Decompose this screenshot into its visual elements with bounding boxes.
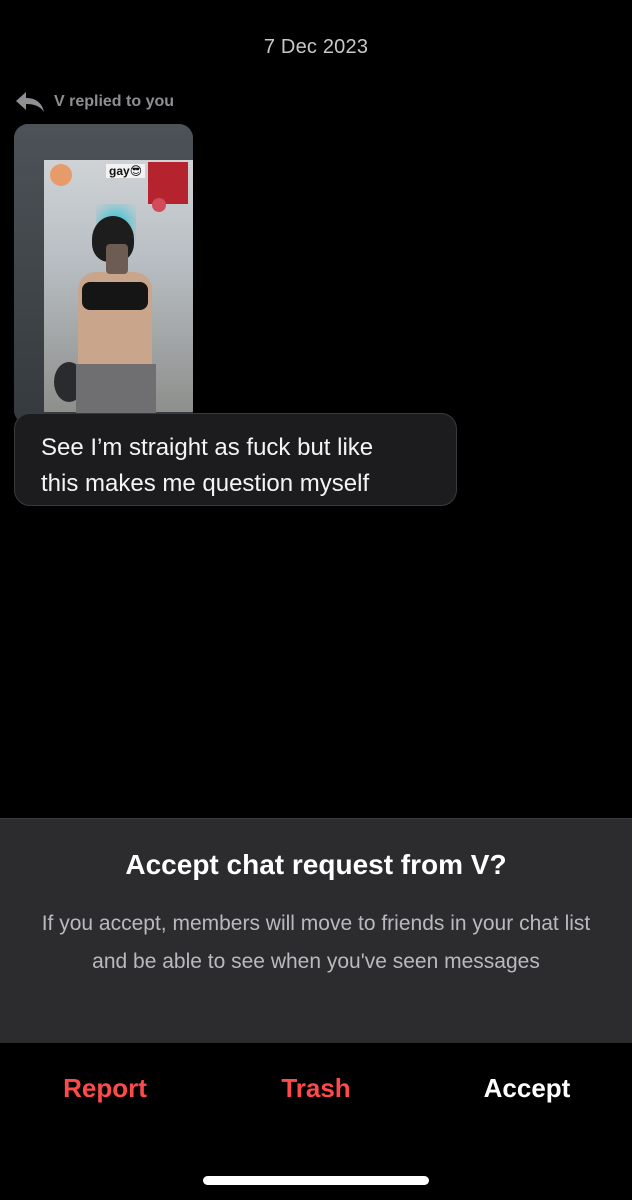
report-button[interactable]: Report <box>0 1073 210 1104</box>
photo-sticker-text: gay😎 <box>106 164 146 178</box>
home-indicator[interactable] <box>203 1176 429 1185</box>
request-title: Accept chat request from V? <box>125 849 507 880</box>
trash-button[interactable]: Trash <box>211 1073 421 1104</box>
reply-header: V replied to you <box>14 88 174 116</box>
accept-button[interactable]: Accept <box>422 1073 632 1104</box>
chat-request-panel: Accept chat request from V? If you accep… <box>0 818 632 1043</box>
reply-header-text: V replied to you <box>54 93 175 110</box>
action-bar: Report Trash Accept <box>0 1043 632 1139</box>
reply-arrow-icon <box>14 90 46 114</box>
date-stamp: 7 Dec 2023 <box>263 36 369 58</box>
message-bubble[interactable]: See I’m straight as fuck but like this m… <box>14 413 457 506</box>
request-description: If you accept, members will move to frie… <box>41 912 591 973</box>
replied-photo-thumbnail[interactable]: gay😎 <box>14 124 193 424</box>
